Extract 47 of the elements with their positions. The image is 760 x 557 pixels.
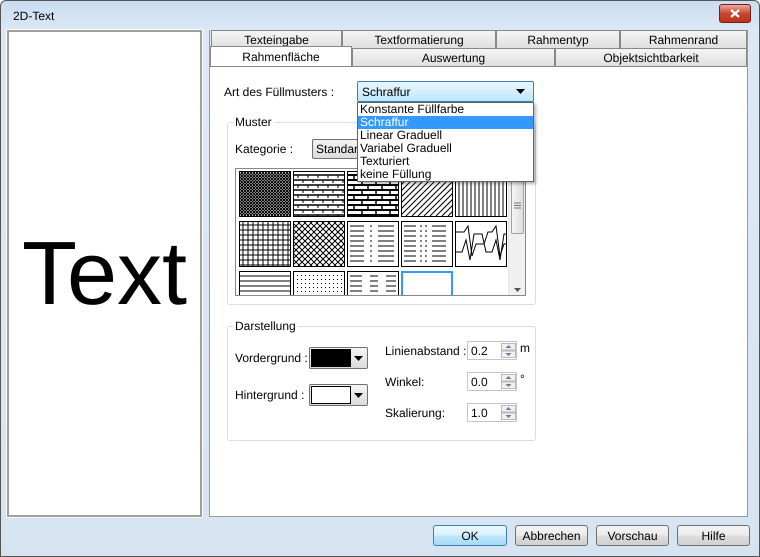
dropdown-arrow-icon [354, 392, 363, 398]
dropdown-arrow-icon [354, 356, 363, 360]
field-label: Art des Füllmusters : [224, 84, 336, 98]
field-label: Vordergrund : [235, 351, 309, 365]
dropdown-option[interactable]: keine Füllung [358, 168, 533, 181]
pattern-tile[interactable] [293, 221, 345, 267]
color-picker[interactable] [309, 384, 368, 406]
dropdown-arrow-icon [516, 89, 525, 94]
tab[interactable]: Auswertung [352, 48, 555, 66]
field-label: Skalierung: [385, 406, 446, 420]
dialog-button[interactable]: Vorschau [596, 525, 669, 546]
field-label: Kategorie : [235, 142, 294, 156]
unit-label: ° [520, 372, 525, 386]
color-picker[interactable] [309, 347, 368, 369]
dialog-button[interactable]: OK [433, 525, 507, 546]
pattern-tile[interactable] [347, 221, 399, 267]
field-label: Linienabstand : [385, 344, 467, 358]
tab[interactable]: Rahmenfläche [210, 46, 352, 66]
dropdown-option[interactable]: Konstante Füllfarbe [358, 103, 533, 116]
pattern-tile[interactable] [401, 221, 453, 267]
dropdown-option[interactable]: Linear Graduell [358, 129, 533, 142]
spin-field[interactable]: 0.2 [467, 341, 517, 360]
pattern-tile[interactable] [239, 221, 291, 267]
pattern-tile[interactable] [293, 171, 345, 217]
tab[interactable]: Rahmentyp [496, 30, 620, 48]
dialog-button[interactable]: Hilfe [677, 525, 750, 546]
spin-field[interactable]: 1.0 [467, 403, 517, 422]
unit-label: m [520, 341, 530, 355]
pattern-tile[interactable] [455, 221, 507, 267]
spin-arrows-icon[interactable] [501, 405, 516, 420]
spin-field[interactable]: 0.0 [467, 372, 517, 391]
group-title: Muster [234, 115, 273, 129]
group-title: Darstellung [234, 319, 297, 333]
scroll-down-icon[interactable] [514, 288, 521, 292]
spin-arrows-icon[interactable] [501, 343, 516, 358]
field-label: Hintergrund : [235, 388, 306, 402]
spin-arrows-icon[interactable] [501, 374, 516, 389]
window-title: 2D-Text [13, 8, 54, 22]
preview-text: Text [22, 228, 188, 318]
tab[interactable]: Rahmenrand [620, 30, 747, 48]
close-button[interactable] [719, 4, 751, 23]
dialog-button[interactable]: Abbrechen [515, 525, 588, 546]
close-icon [730, 9, 740, 18]
pattern-tile[interactable] [239, 171, 291, 217]
field-label: Winkel: [385, 374, 426, 388]
tab[interactable]: Textformatierung [342, 30, 496, 48]
tab[interactable]: Objektsichtbarkeit [555, 48, 747, 66]
